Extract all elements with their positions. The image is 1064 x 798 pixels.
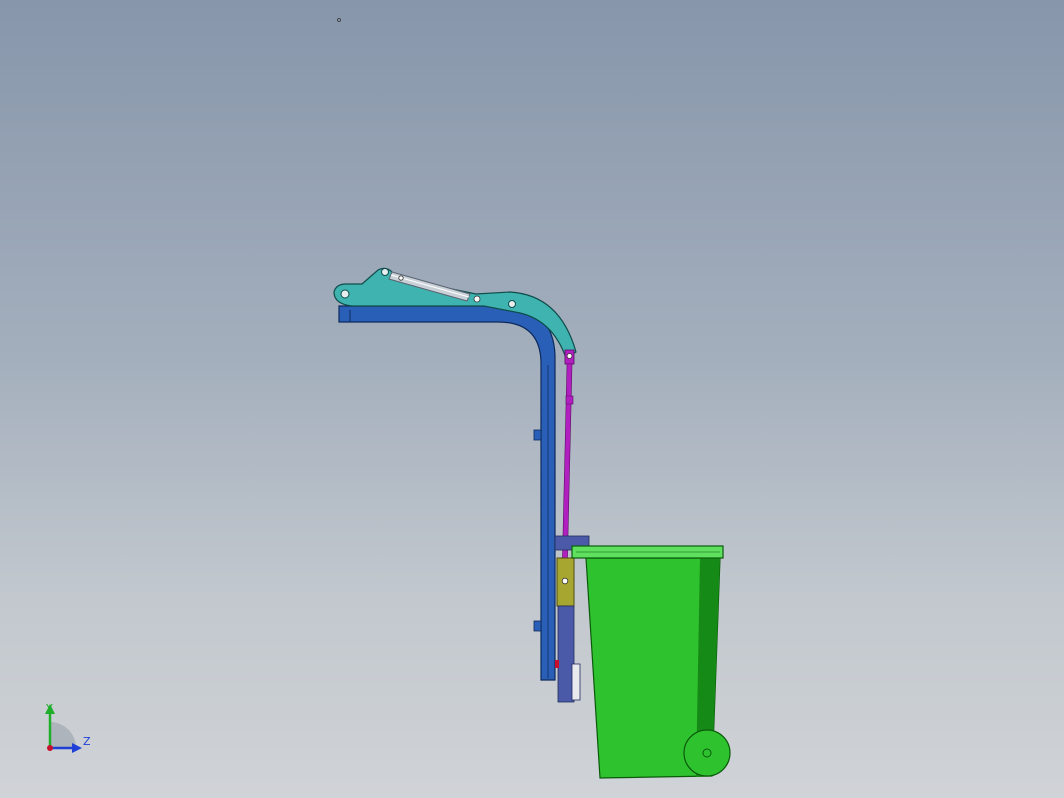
cylinder-rear-pin[interactable] — [398, 275, 404, 281]
column-tab-lower[interactable] — [533, 620, 542, 632]
assembly-model[interactable]: Y Z — [0, 0, 1064, 798]
arm-pivot-pin[interactable] — [340, 289, 350, 299]
carriage-clamp[interactable] — [571, 663, 581, 701]
z-axis-arrowhead — [72, 743, 82, 753]
rod-top-pin[interactable] — [566, 353, 573, 359]
carriage-stop — [555, 660, 559, 668]
slider-pin[interactable] — [561, 577, 569, 585]
frame-column[interactable] — [338, 305, 556, 681]
sketch-point — [337, 18, 341, 22]
carriage-lower-bar[interactable] — [557, 605, 575, 703]
arm-joint-pin[interactable] — [508, 300, 516, 308]
y-axis-label: Y — [45, 702, 53, 715]
column-tab-upper[interactable] — [533, 429, 542, 441]
triad-origin — [47, 745, 53, 751]
bin-wheel[interactable] — [683, 729, 731, 777]
wheelie-bin[interactable] — [571, 545, 731, 779]
cylinder-rod-end-pin[interactable] — [473, 295, 481, 303]
lifter-frame[interactable] — [338, 305, 556, 681]
z-axis-label: Z — [83, 735, 91, 748]
cad-viewport[interactable]: Y Z — [0, 0, 1064, 798]
rod-collar[interactable] — [565, 395, 574, 405]
coordinate-triad[interactable]: Y Z — [45, 702, 91, 753]
bin-carriage[interactable] — [554, 535, 590, 703]
cylinder-mount-pin[interactable] — [381, 268, 389, 276]
